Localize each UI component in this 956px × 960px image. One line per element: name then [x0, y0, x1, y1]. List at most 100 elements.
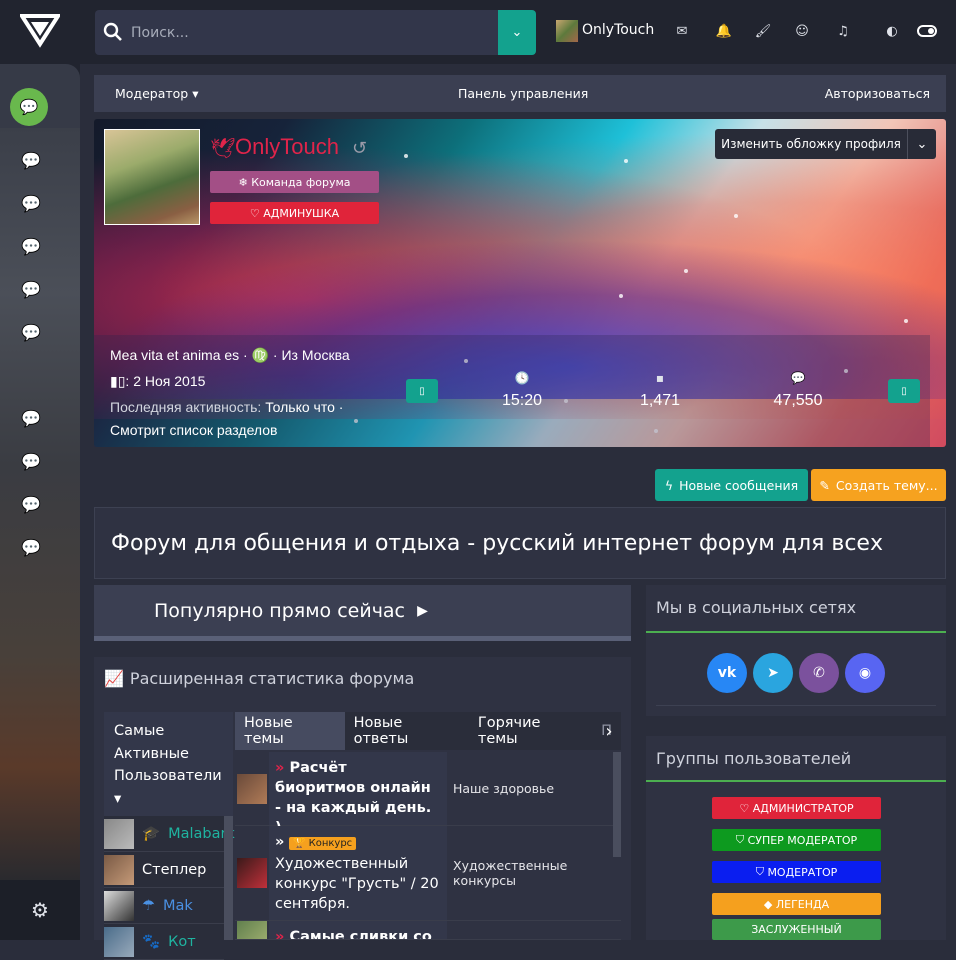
user-name-link[interactable]: OnlyTouch [582, 22, 654, 38]
active-user-row[interactable]: 🐾 Кот [104, 924, 224, 960]
active-user-row[interactable]: ☂ Mak [104, 888, 224, 924]
discord-icon: ◉ [858, 665, 872, 681]
settings-button[interactable]: ⚙ [0, 880, 80, 940]
popular-now-header[interactable]: Популярно прямо сейчас ▶ [94, 585, 631, 641]
music-button[interactable]: ♫ [832, 20, 854, 42]
chat-bubbles-icon: 💬 [21, 193, 41, 213]
viber-button[interactable]: ✆ [799, 653, 839, 693]
brush-icon: 🖌 [754, 23, 772, 39]
sidebar-chat-button[interactable]: 💬 [18, 193, 44, 213]
active-user-row[interactable]: Степлер [104, 852, 224, 888]
inbox-button[interactable]: ✉ [671, 20, 693, 42]
sidebar-chat-button[interactable]: 💬 [18, 279, 44, 299]
active-users-header[interactable]: Самые Активные Пользователи ▾ [104, 712, 233, 816]
tab-hot-topics[interactable]: Горячие темы [469, 712, 592, 750]
half-circle-icon: ◐ [886, 23, 898, 39]
edit-cover-menu-button[interactable]: ⌄ [907, 129, 936, 159]
trophy-icon: 🏆 [292, 838, 306, 849]
control-panel-link[interactable]: Панель управления [458, 86, 588, 101]
history-icon[interactable]: ↺ [352, 138, 367, 159]
building-icon: ▮▯: [110, 373, 130, 389]
topic-cell: » 🏆 Конкурс Художественный конкурс "Грус… [269, 826, 447, 920]
shield-icon: ⛉ [755, 865, 768, 878]
forum-cell[interactable]: Художественные конкурсы [447, 826, 621, 920]
team-badge: ❄ Команда форума [210, 171, 379, 193]
telegram-button[interactable]: ➤ [753, 653, 793, 693]
group-admin-badge[interactable]: ♡ АДМИНИСТРАТОР [712, 797, 881, 819]
topic-title[interactable]: Художественный конкурс "Грусть" / 20 сен… [275, 856, 439, 912]
search-options-button[interactable]: ⌄ [498, 10, 536, 55]
toggle-knob-icon [928, 28, 934, 34]
topic-cell: » Самые сливки со [269, 921, 447, 939]
heart-icon: ♡ [249, 206, 264, 220]
site-logo-icon[interactable] [20, 10, 60, 50]
sidebar-chat-button[interactable]: 💬 [18, 322, 44, 342]
social-divider [646, 631, 946, 633]
table-row[interactable]: » 🏆 Конкурс Художественный конкурс "Грус… [235, 826, 621, 921]
style-button[interactable]: 🖌 [752, 20, 774, 42]
sidebar-chat-button[interactable]: 💬 [18, 236, 44, 256]
active-user-row[interactable]: 🎓 Malabark [104, 816, 235, 852]
double-chevron-icon: » [275, 760, 285, 776]
topics-scrollbar[interactable] [613, 752, 621, 857]
active-user-name: Mak [163, 897, 193, 914]
sidebar-chat-button[interactable]: 💬 [18, 451, 44, 471]
viber-icon: ✆ [813, 665, 825, 681]
group-honored-badge[interactable]: ЗАСЛУЖЕННЫЙ [712, 919, 881, 940]
group-super-moderator-badge[interactable]: ⛉ СУПЕР МОДЕРАТОР [712, 829, 881, 851]
forum-cell[interactable] [447, 921, 621, 939]
new-posts-button[interactable]: ϟ Новые сообщения [655, 469, 808, 501]
contest-prefix: 🏆 Конкурс [288, 837, 357, 850]
table-row[interactable]: » Самые сливки со [235, 921, 621, 940]
sidebar-chat-active-button[interactable]: 💬 [10, 88, 48, 126]
create-topic-button[interactable]: ✎ Создать тему... [811, 469, 946, 501]
topic-title[interactable]: Самые сливки со [289, 929, 431, 939]
telegram-icon: ➤ [767, 665, 779, 681]
tabs-next-button[interactable]: › [597, 712, 621, 750]
sidebar-chat-button[interactable]: 💬 [18, 537, 44, 557]
theme-toggle[interactable] [917, 25, 937, 37]
profile-username[interactable]: OnlyTouch [235, 134, 339, 160]
login-link[interactable]: Авторизоваться [825, 86, 930, 101]
table-row[interactable]: » Расчёт биоритмов онлайн - на каждый де… [235, 752, 621, 836]
sub-navigation: Модератор ▾ Панель управления Авторизова… [94, 75, 946, 112]
tab-new-replies[interactable]: Новые ответы [345, 712, 469, 750]
profile-about-line: Mea vita et anima es · ♍ · Из Москва [110, 347, 350, 363]
chat-bubbles-icon: 💬 [21, 236, 41, 256]
group-label: МОДЕРАТОР [767, 865, 838, 879]
group-moderator-badge[interactable]: ⛉ МОДЕРАТОР [712, 861, 881, 883]
sidebar-chat-button[interactable]: 💬 [18, 494, 44, 514]
users-scrollbar[interactable] [224, 816, 233, 940]
chat-bubbles-icon: 💬 [21, 408, 41, 428]
active-user-name: Кот [168, 933, 196, 950]
profile-last-activity: Последняя активность: Только что · [110, 399, 343, 415]
vk-button[interactable]: vk [707, 653, 747, 693]
chevron-down-icon: ⌄ [511, 25, 523, 40]
double-chevron-icon: » [275, 929, 285, 940]
clock-icon: 🕓 [514, 371, 530, 385]
sidebar-chat-button[interactable]: 💬 [18, 408, 44, 428]
moderator-menu[interactable]: Модератор ▾ [115, 86, 199, 101]
team-badge-label: Команда форума [251, 175, 351, 189]
banner-prev-button[interactable]: ▯ [406, 379, 438, 403]
alerts-button[interactable]: 🔔 [713, 20, 735, 42]
avatar [235, 826, 269, 920]
banner-next-button[interactable]: ▯ [888, 379, 920, 403]
tab-new-topics[interactable]: Новые темы [235, 712, 345, 750]
diamond-icon: ◆ [763, 897, 776, 911]
contrast-button[interactable]: ◐ [881, 20, 903, 42]
comment-icon: ▪ [655, 371, 665, 385]
group-legend-badge[interactable]: ◆ ЛЕГЕНДА [712, 893, 881, 915]
forum-stats-title-label: Расширенная статистика форума [129, 669, 415, 688]
profile-joined-line: ▮▯: 2 Ноя 2015 [110, 373, 205, 390]
discord-button[interactable]: ◉ [845, 653, 885, 693]
edit-cover-button[interactable]: Изменить обложку профиля [715, 129, 907, 159]
user-avatar[interactable] [556, 20, 578, 42]
emoji-button[interactable]: ☺ [791, 20, 813, 42]
profile-avatar[interactable] [104, 129, 200, 225]
search-input[interactable]: Поиск... [95, 10, 499, 55]
forum-cell[interactable]: Наше здоровье [447, 752, 621, 825]
topic-title[interactable]: Расчёт биоритмов онлайн - на каждый день… [275, 760, 431, 836]
chat-bubbles-icon: 💬 [21, 279, 41, 299]
sidebar-chat-button[interactable]: 💬 [18, 150, 44, 170]
